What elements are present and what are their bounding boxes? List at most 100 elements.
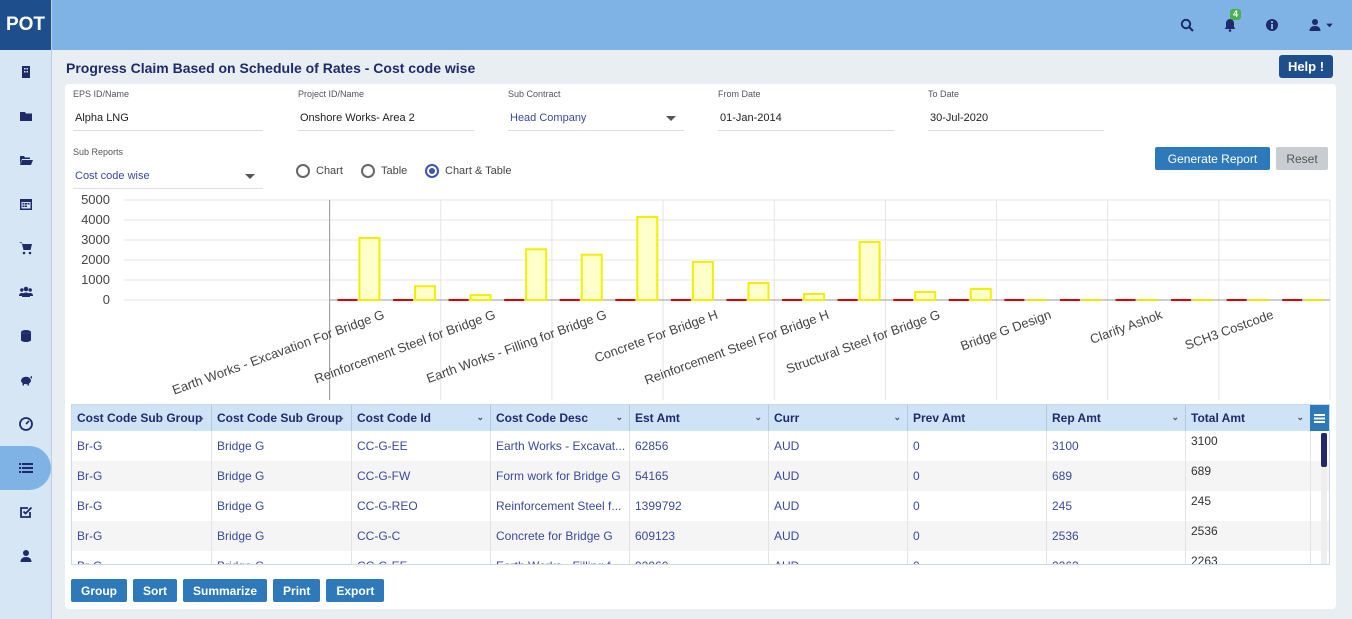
sidebar-item-folder[interactable]: [0, 94, 51, 138]
bar: [525, 248, 548, 301]
table-cell: 245: [1047, 491, 1186, 521]
column-header[interactable]: Prev Amt: [908, 405, 1047, 431]
column-header[interactable]: Cost Code Sub Group ⌄: [72, 405, 212, 431]
user-menu-button[interactable]: [1306, 17, 1336, 33]
export-button[interactable]: Export: [326, 579, 385, 602]
sidebar-item-piggy-bank[interactable]: [0, 358, 51, 402]
table-cell: Br-G: [72, 461, 212, 491]
sort-icon[interactable]: ⌄: [754, 412, 762, 423]
data-grid: Cost Code Sub Group ⌄ Cost Code Sub Group ⌄…: [71, 404, 1330, 565]
notifications-button[interactable]: 4: [1222, 9, 1242, 33]
table-cell: 2263: [1047, 551, 1186, 564]
radio-label: Chart: [316, 165, 343, 177]
bar: [636, 216, 659, 301]
grid-menu-button[interactable]: [1310, 405, 1329, 431]
sort-icon[interactable]: ⌄: [893, 412, 901, 423]
y-tick-label: 2000: [81, 252, 110, 267]
eps-input[interactable]: Alpha LNG: [73, 105, 263, 131]
sidebar-item-calendar[interactable]: [0, 182, 51, 226]
sidebar-item-reports[interactable]: [0, 446, 51, 490]
topbar: 4: [52, 0, 1352, 50]
radio-chart-and-table[interactable]: Chart & Table: [425, 164, 511, 178]
building-icon: [21, 66, 30, 78]
print-button[interactable]: Print: [273, 579, 321, 602]
sidebar-item-approvals[interactable]: [0, 490, 51, 534]
chart-area: 0 1000 2000 3000 4000 5000 Earth Works - Excav…: [72, 190, 1332, 404]
grid-scrollbar-thumb[interactable]: [1321, 433, 1327, 467]
user-icon: [20, 550, 31, 562]
column-header[interactable]: Cost Code Sub Group ⌄: [212, 405, 352, 431]
column-header[interactable]: Total Amt ⌄: [1186, 405, 1311, 431]
radio-circle-selected: [425, 164, 439, 178]
project-input[interactable]: Onshore Works- Area 2: [298, 105, 474, 131]
sub-reports-select[interactable]: Cost code wise: [73, 163, 263, 189]
gauge-icon: [18, 417, 33, 431]
column-header[interactable]: Curr ⌄: [769, 405, 908, 431]
bar: [969, 288, 992, 301]
menu-icon: [1314, 413, 1325, 423]
sub-contract-select[interactable]: Head Company: [508, 105, 684, 131]
table-cell: Br-G: [72, 491, 212, 521]
table-row[interactable]: Br-G Bridge G CC-G-FW Form work for Bridge …: [72, 461, 1329, 491]
table-cell: Bridge G: [212, 461, 352, 491]
sidebar-item-profile[interactable]: [0, 534, 51, 578]
table-row[interactable]: Br-G Bridge G CC-G-C Concrete for Bridge G6…: [72, 521, 1329, 551]
table-row[interactable]: Br-GBridge GCC-G-EFEarth Works - Filling…: [72, 551, 1329, 564]
reset-button[interactable]: Reset: [1276, 147, 1328, 170]
table-cell: 2536: [1186, 521, 1311, 551]
table-cell: CC-G-EF: [352, 551, 491, 564]
sidebar-item-users[interactable]: [0, 270, 51, 314]
column-header-label: Cost Code Id: [357, 411, 431, 425]
radio-label: Table: [381, 165, 408, 177]
x-tick-label: Clarify Ashok: [1088, 307, 1165, 347]
chevron-down-icon: [245, 174, 255, 179]
from-date-label: From Date: [718, 89, 761, 99]
table-cell: 0: [908, 551, 1047, 564]
bar: [858, 241, 881, 301]
from-date-input[interactable]: 01-Jan-2014: [718, 105, 894, 131]
table-row[interactable]: Br-G Bridge G CC-G-EE Earth Works - Excavat…: [72, 431, 1329, 461]
sidebar-item-database[interactable]: [0, 314, 51, 358]
table-cell: 245: [1186, 491, 1311, 521]
bar: [413, 285, 437, 302]
sort-icon[interactable]: ⌄: [615, 412, 623, 423]
search-button[interactable]: [1179, 17, 1195, 33]
sort-icon[interactable]: ⌄: [197, 412, 205, 423]
project-label: Project ID/Name: [298, 89, 365, 99]
sidebar-item-cart[interactable]: [0, 226, 51, 270]
summarize-button[interactable]: Summarize: [183, 579, 268, 602]
bottom-actions: Group Sort Summarize Print Export: [71, 579, 385, 602]
column-header[interactable]: Cost Code Desc ⌄: [491, 405, 630, 431]
table-cell: CC-G-EE: [352, 431, 491, 461]
table-cell: Earth Works - Filling f...: [491, 551, 630, 564]
help-button[interactable]: Help !: [1279, 55, 1333, 78]
generate-report-button[interactable]: Generate Report: [1155, 147, 1270, 170]
sidebar-item-folder-open[interactable]: [0, 138, 51, 182]
column-header[interactable]: Est Amt ⌄: [630, 405, 769, 431]
table-cell: 2536: [1047, 521, 1186, 551]
table-cell: Br-G: [72, 521, 212, 551]
sidebar-item-dashboard[interactable]: [0, 402, 51, 446]
table-row[interactable]: Br-G Bridge G CC-G-REO Reinforcement Steel …: [72, 491, 1329, 521]
sort-icon[interactable]: ⌄: [476, 412, 484, 423]
bar: [580, 253, 603, 301]
info-button[interactable]: [1264, 17, 1280, 33]
info-icon: [1266, 19, 1278, 31]
table-cell: Reinforcement Steel f...: [491, 491, 630, 521]
sort-icon[interactable]: ⌄: [1171, 412, 1179, 423]
sort-button[interactable]: Sort: [133, 579, 177, 602]
to-date-input[interactable]: 30-Jul-2020: [928, 105, 1104, 131]
sort-icon[interactable]: ⌄: [337, 412, 345, 423]
radio-chart[interactable]: Chart: [296, 164, 343, 178]
app-logo[interactable]: POT: [0, 0, 51, 50]
bar: [691, 261, 714, 301]
sort-icon[interactable]: ⌄: [1296, 412, 1304, 423]
column-header-label: Curr: [774, 411, 800, 425]
to-date-label: To Date: [928, 89, 960, 99]
group-button[interactable]: Group: [71, 579, 127, 602]
column-header[interactable]: Cost Code Id ⌄: [352, 405, 491, 431]
radio-table[interactable]: Table: [361, 164, 407, 178]
table-cell: 0: [908, 461, 1047, 491]
column-header[interactable]: Rep Amt ⌄: [1047, 405, 1186, 431]
sidebar-item-building[interactable]: [0, 50, 51, 94]
